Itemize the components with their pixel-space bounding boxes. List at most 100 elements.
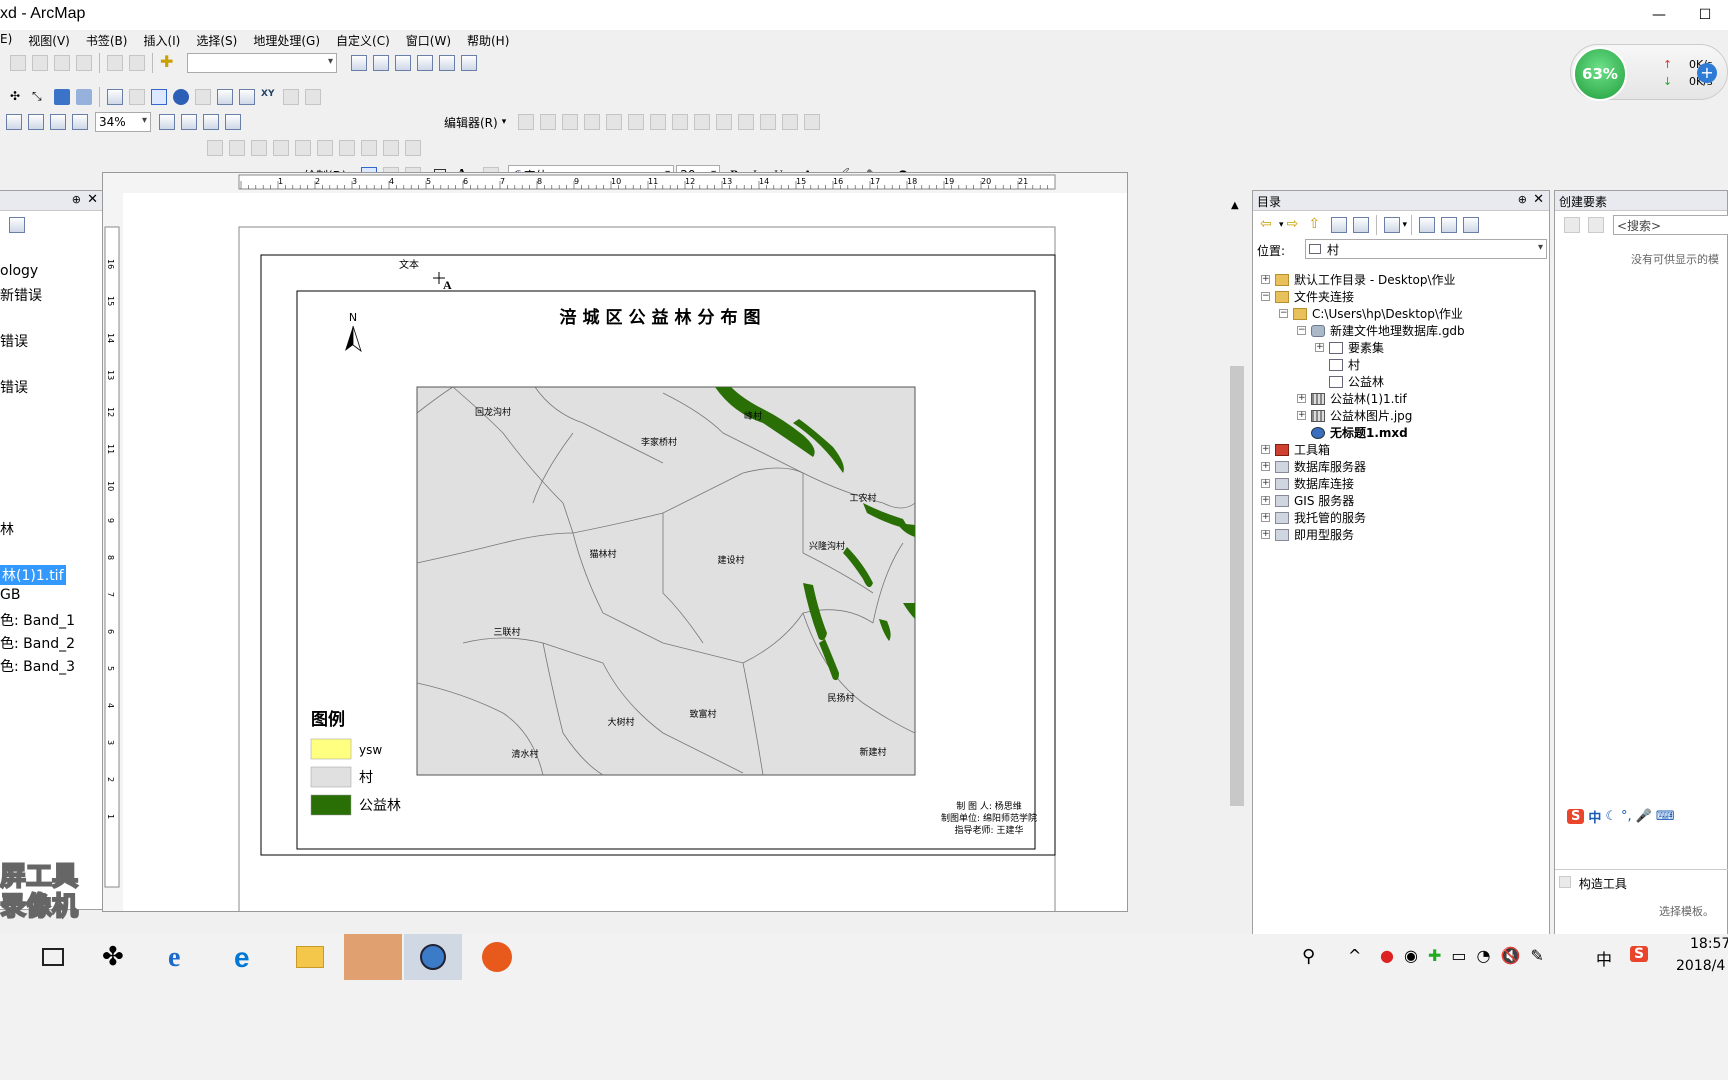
- generalize-icon[interactable]: [339, 140, 355, 156]
- clock-time[interactable]: 18:57: [1690, 936, 1728, 952]
- village-label[interactable]: 工农村: [849, 492, 876, 504]
- sketch-properties-icon[interactable]: [782, 114, 799, 130]
- zoom-whole-page-icon[interactable]: [50, 114, 66, 130]
- credit-line[interactable]: 制图单位: 绵阳师范学院: [941, 812, 1037, 824]
- cut-polygons-icon[interactable]: [694, 114, 711, 130]
- moon-icon[interactable]: ☾: [1605, 809, 1617, 824]
- view-menu-icon[interactable]: [1383, 217, 1400, 233]
- fixed-zoom-out-icon[interactable]: ⤡: [32, 89, 48, 105]
- menu-item-2[interactable]: 书签(B): [86, 32, 128, 52]
- html-popup-icon[interactable]: [195, 89, 211, 105]
- toggle-tree-icon[interactable]: [1441, 217, 1458, 233]
- legend-swatch[interactable]: [310, 766, 352, 788]
- expand-toggle-icon[interactable]: +: [1261, 445, 1270, 454]
- arcmap-app-icon[interactable]: [404, 934, 462, 980]
- menu-item-0[interactable]: E): [0, 32, 12, 52]
- forward-icon[interactable]: [76, 89, 92, 105]
- toggle-draft-icon[interactable]: [159, 114, 175, 130]
- align-icon[interactable]: [383, 140, 399, 156]
- village-label[interactable]: 致富村: [689, 708, 716, 720]
- file-explorer-icon[interactable]: [296, 946, 324, 968]
- start-button[interactable]: [0, 934, 12, 980]
- scale-combo[interactable]: ▾: [187, 53, 337, 73]
- back-icon[interactable]: [54, 89, 70, 105]
- focus-data-frame-icon[interactable]: [181, 114, 197, 130]
- cut-icon[interactable]: [10, 55, 26, 71]
- editor-toolbar-icon[interactable]: [351, 55, 367, 71]
- catalog-window-icon[interactable]: [373, 55, 389, 71]
- line-intersection-icon[interactable]: [295, 140, 311, 156]
- ime-toolbar[interactable]: S 中 ☾ °, 🎤 ⌨: [1567, 805, 1728, 827]
- menu-item-8[interactable]: 帮助(H): [467, 32, 509, 52]
- catalog-tree-item[interactable]: 村: [1315, 356, 1360, 373]
- volume-icon[interactable]: 🔇: [1500, 946, 1520, 965]
- location-combo[interactable]: 村 ▾: [1305, 239, 1547, 259]
- village-label[interactable]: 新建村: [859, 746, 886, 758]
- copy-icon[interactable]: [32, 55, 48, 71]
- replace-geometry-icon[interactable]: [405, 140, 421, 156]
- legend-swatch[interactable]: [310, 794, 352, 816]
- trace-icon[interactable]: [606, 114, 623, 130]
- vertical-scroll-thumb[interactable]: [1230, 366, 1244, 806]
- network-speed-widget[interactable]: 63% ↑ 0K/s ↓ 0K/s +: [1570, 44, 1728, 101]
- extend-icon[interactable]: [251, 140, 267, 156]
- connect-folder-icon[interactable]: [1352, 217, 1369, 233]
- village-label[interactable]: 回龙沟村: [475, 406, 511, 418]
- menu-item-7[interactable]: 窗口(W): [406, 32, 451, 52]
- edit-tool-icon[interactable]: [518, 114, 535, 130]
- connect-folder-2-icon[interactable]: [1419, 217, 1436, 233]
- antivirus-icon[interactable]: ●: [1380, 946, 1394, 965]
- layout-zoom-out-icon[interactable]: [28, 114, 44, 130]
- wifi-icon[interactable]: ◔: [1476, 946, 1490, 965]
- find-route-icon[interactable]: [239, 89, 255, 105]
- edit-annotation-icon[interactable]: [540, 114, 557, 130]
- sogou-icon[interactable]: S: [1567, 808, 1585, 824]
- home-icon[interactable]: [1330, 217, 1347, 233]
- close-icon[interactable]: ✕: [1533, 192, 1544, 207]
- catalog-tree-item[interactable]: − 文件夹连接: [1261, 288, 1354, 305]
- organize-templates-icon[interactable]: [1564, 217, 1580, 233]
- village-label[interactable]: 大树村: [607, 716, 634, 728]
- people-icon[interactable]: ⚲: [1302, 946, 1315, 967]
- toc-item[interactable]: 错误: [0, 377, 28, 397]
- search-window-icon[interactable]: [417, 55, 433, 71]
- task-view-icon[interactable]: [42, 948, 64, 966]
- smooth-icon[interactable]: [361, 140, 377, 156]
- minimize-button[interactable]: —: [1636, 0, 1682, 30]
- expand-toggle-icon[interactable]: +: [1261, 496, 1270, 505]
- toc-item[interactable]: 色: Band_2: [0, 633, 75, 653]
- security-icon[interactable]: ✚: [1428, 946, 1441, 965]
- text-element[interactable]: 文本: [399, 258, 419, 271]
- zoom-combo[interactable]: 34% ▾: [95, 112, 151, 132]
- catalog-tree-item[interactable]: + GIS 服务器: [1261, 492, 1354, 509]
- battery-icon[interactable]: ▭: [1451, 946, 1466, 965]
- editor-menu-button[interactable]: 编辑器(R): [444, 114, 498, 131]
- expand-toggle-icon[interactable]: +: [1261, 479, 1270, 488]
- ie-icon[interactable]: e: [168, 942, 180, 974]
- layout-view[interactable]: 1 2 3 4 5 6 7 8 9 10 11 12 13 14 15 16 17 18 19 20 21 16 15 14 1…: [102, 172, 1128, 912]
- select-elements-icon[interactable]: [151, 89, 167, 105]
- catalog-tree-item[interactable]: + 工具箱: [1261, 441, 1330, 458]
- fan-app-icon[interactable]: ✤: [102, 944, 130, 972]
- forward-icon[interactable]: ⇨: [1287, 217, 1303, 233]
- expand-toggle-icon[interactable]: +: [1261, 462, 1270, 471]
- taskbar-sogou-icon[interactable]: S: [1630, 946, 1649, 962]
- toc-item[interactable]: 林(1)1.tif: [0, 565, 66, 585]
- catalog-tree-item[interactable]: + 默认工作目录 - Desktop\作业: [1261, 271, 1456, 288]
- trim-icon[interactable]: [273, 140, 289, 156]
- ime-chinese-label[interactable]: 中: [1588, 807, 1601, 826]
- endpoint-arc-icon[interactable]: [584, 114, 601, 130]
- expand-toggle-icon[interactable]: +: [1261, 513, 1270, 522]
- credit-line[interactable]: 指导老师: 王建华: [955, 824, 1024, 836]
- catalog-tree-item[interactable]: 无标题1.mxd: [1297, 424, 1408, 441]
- village-label[interactable]: 兴隆沟村: [809, 540, 845, 552]
- catalog-tree-item[interactable]: + 公益林(1)1.tif: [1297, 390, 1407, 407]
- recorder-app-icon[interactable]: [344, 934, 402, 980]
- time-slider-icon[interactable]: [283, 89, 299, 105]
- legend-label[interactable]: ysw: [359, 743, 382, 757]
- microphone-icon[interactable]: 🎤: [1636, 809, 1652, 824]
- list-by-drawing-order-icon[interactable]: [9, 217, 25, 233]
- point-icon[interactable]: [628, 114, 645, 130]
- credit-line[interactable]: 制 图 人: 杨思维: [956, 800, 1022, 812]
- toc-item[interactable]: 色: Band_3: [0, 656, 75, 676]
